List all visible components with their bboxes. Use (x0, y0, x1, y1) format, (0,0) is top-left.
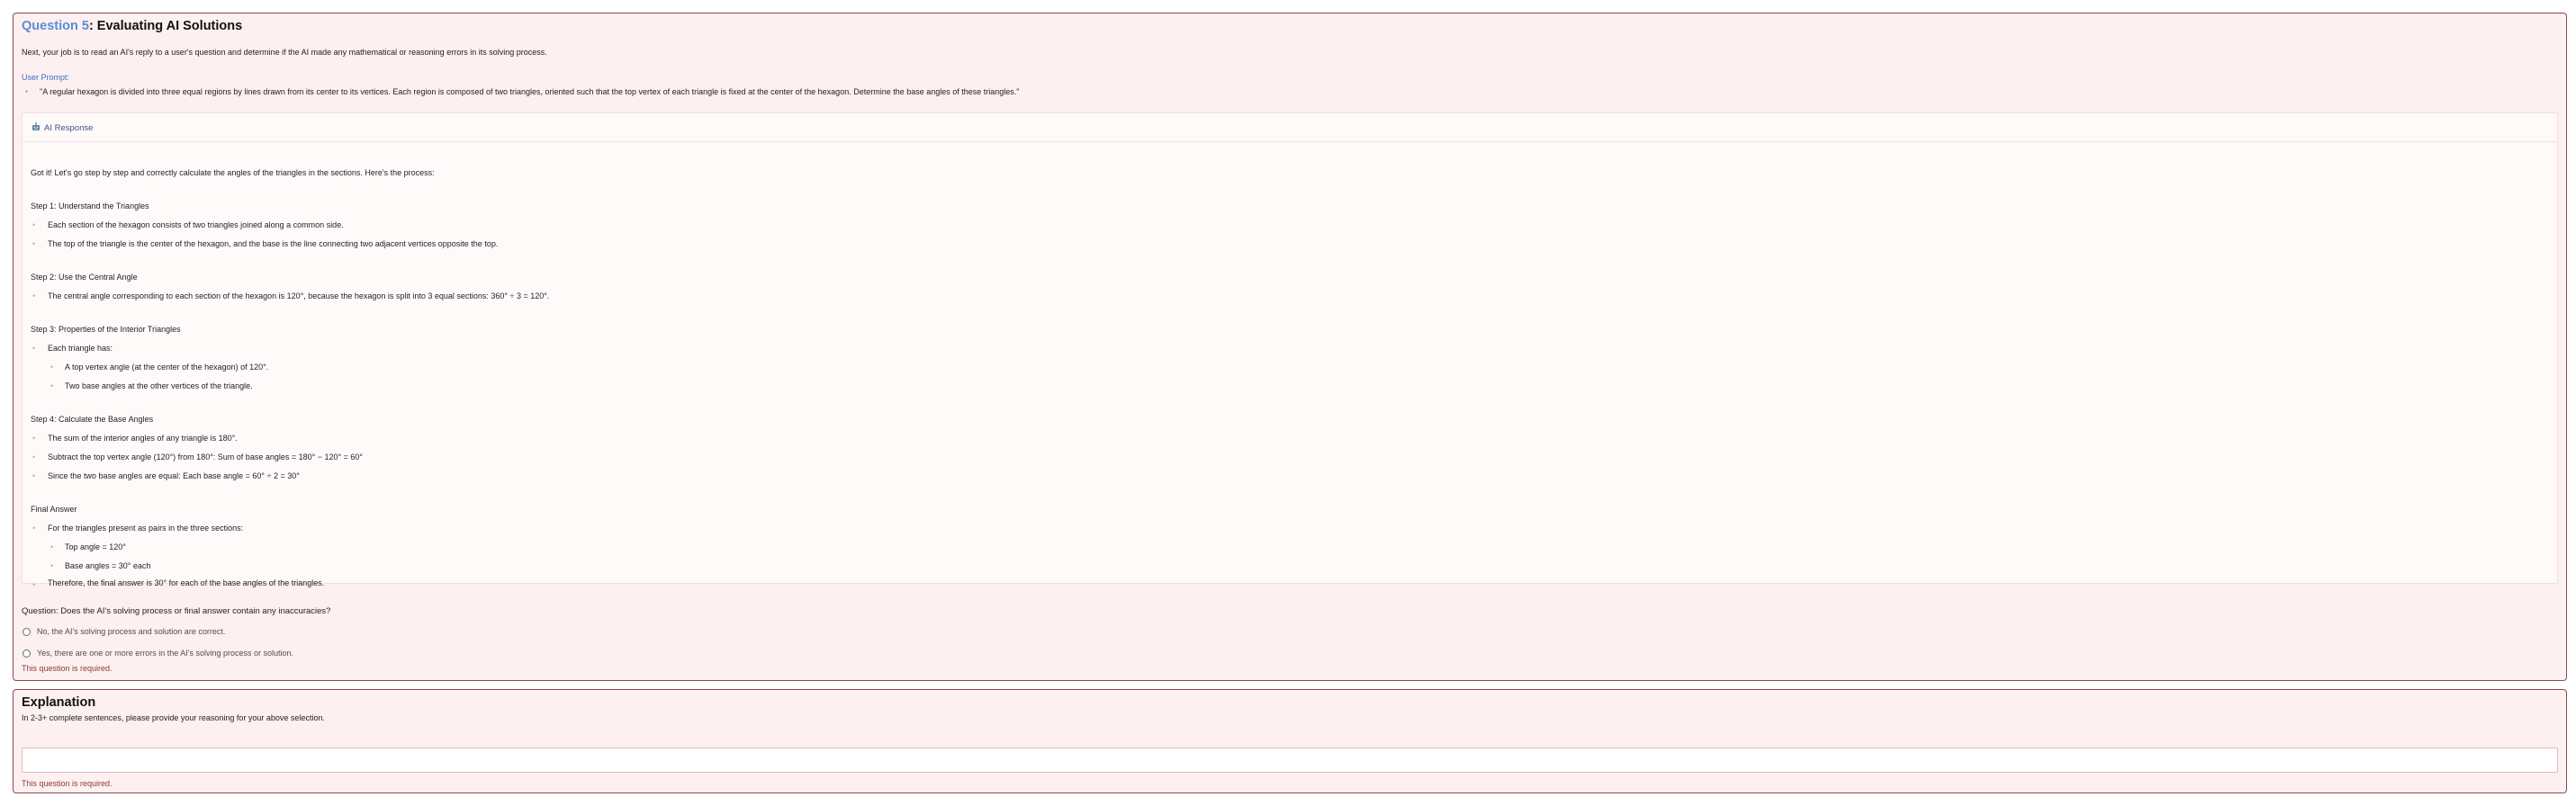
ai-response-header: AI Response (23, 113, 2557, 142)
robot-icon (32, 122, 40, 130)
question-title: Question 5: Evaluating AI Solutions (22, 19, 242, 33)
bullet-icon: • (32, 524, 36, 533)
list-item: For the triangles present as pairs in th… (48, 524, 244, 533)
list-item: Each triangle has: (48, 344, 113, 353)
sub-list-item: Top angle = 120° (65, 542, 126, 551)
user-prompt-text: "A regular hexagon is divided into three… (40, 87, 1020, 96)
sub-bullet-icon: • (50, 363, 54, 372)
ai-response-panel: AI Response Got it! Let's go step by ste… (22, 112, 2558, 589)
list-item: The central angle corresponding to each … (48, 291, 550, 300)
bullet-icon: • (25, 87, 29, 96)
explanation-card: Explanation In 2-3+ complete sentences, … (13, 689, 2567, 793)
sub-list-item: Two base angles at the other vertices of… (65, 381, 253, 390)
explanation-input[interactable] (22, 748, 2558, 773)
list-item: Each section of the hexagon consists of … (48, 220, 344, 229)
radio-option-errors-label[interactable]: Yes, there are one or more errors in the… (37, 649, 293, 658)
bullet-icon: • (32, 452, 36, 461)
radio-option-correct[interactable] (23, 628, 31, 636)
bullet-icon: • (32, 434, 36, 443)
sub-list-item: Base angles = 30° each (65, 561, 151, 570)
final-answer-heading: Final Answer (31, 505, 77, 514)
sub-list-item: A top vertex angle (at the center of the… (65, 363, 269, 372)
bullet-icon: • (32, 220, 36, 229)
step4-heading: Step 4: Calculate the Base Angles (31, 415, 154, 424)
sub-bullet-icon: • (50, 381, 54, 390)
list-item: The top of the triangle is the center of… (48, 239, 499, 248)
question-card: Question 5: Evaluating AI Solutions Next… (13, 13, 2567, 681)
ai-response-title: AI Response (44, 123, 94, 133)
bullet-icon: • (32, 239, 36, 248)
question-title-text: : Evaluating AI Solutions (88, 19, 243, 33)
choice-question-prompt: Question: Does the AI's solving process … (22, 606, 331, 616)
sub-bullet-icon: • (50, 561, 54, 570)
question-number: Question 5 (22, 19, 89, 33)
required-message: This question is required. (22, 779, 113, 788)
step2-heading: Step 2: Use the Central Angle (31, 273, 138, 282)
bullet-icon: • (32, 344, 36, 353)
list-item: The sum of the interior angles of any tr… (48, 434, 238, 443)
bullet-icon: • (32, 471, 36, 480)
radio-option-correct-label[interactable]: No, the AI's solving process and solutio… (37, 627, 225, 636)
radio-option-errors[interactable] (23, 649, 31, 658)
instructions-text: Next, your job is to read an AI's reply … (22, 48, 547, 57)
step1-heading: Step 1: Understand the Triangles (31, 201, 149, 210)
bullet-icon: • (32, 580, 36, 589)
list-item: Therefore, the final answer is 30° for e… (48, 578, 325, 587)
sub-bullet-icon: • (50, 542, 54, 551)
user-prompt-label: User Prompt: (22, 73, 70, 82)
explanation-title: Explanation (22, 695, 96, 710)
required-message: This question is required. (22, 664, 113, 673)
list-item: Since the two base angles are equal: Eac… (48, 471, 300, 480)
step3-heading: Step 3: Properties of the Interior Trian… (31, 325, 181, 334)
ai-intro: Got it! Let's go step by step and correc… (31, 168, 435, 177)
explanation-instructions: In 2-3+ complete sentences, please provi… (22, 713, 325, 722)
bullet-icon: • (32, 291, 36, 300)
list-item: Subtract the top vertex angle (120°) fro… (48, 452, 363, 461)
